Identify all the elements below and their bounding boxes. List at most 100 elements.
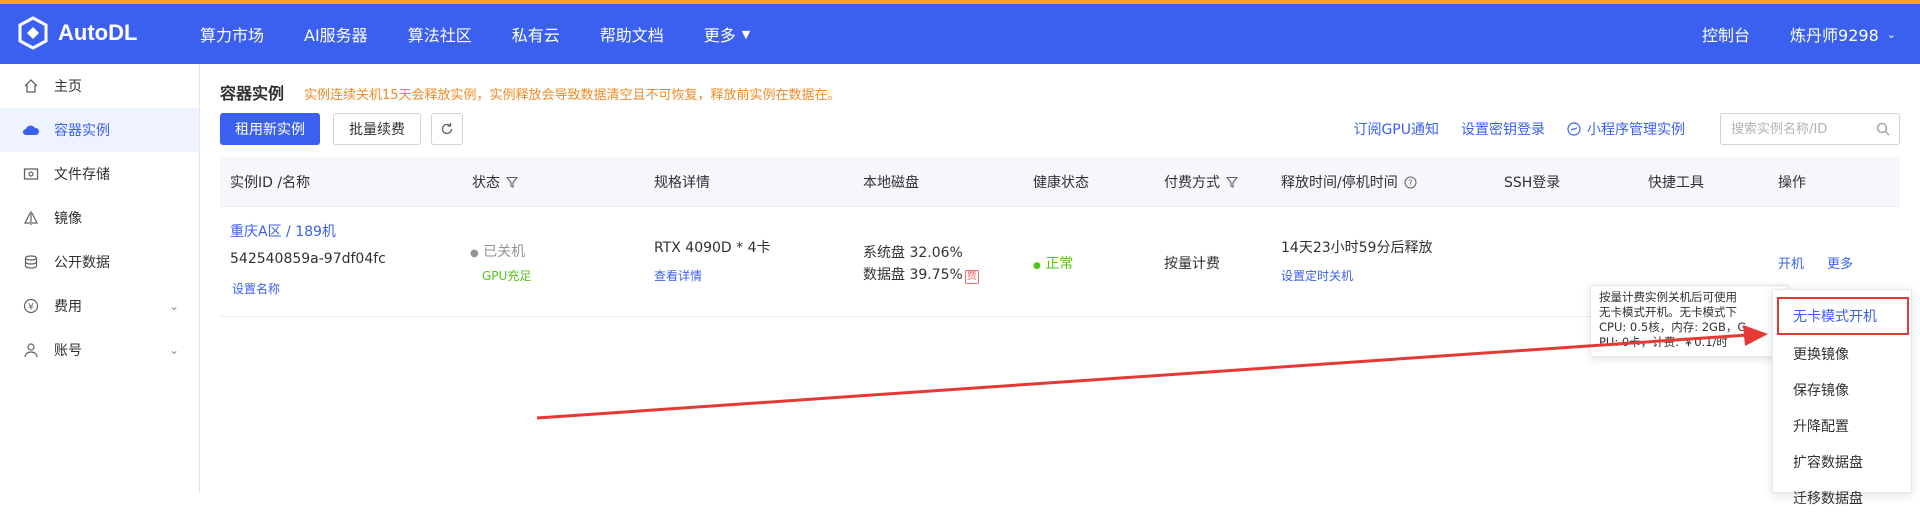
spec-detail-link[interactable]: 查看详情 (654, 267, 702, 284)
header-label: 健康状态 (1033, 175, 1089, 191)
tooltip-line: PU: 0卡，计费: ￥0.1/时 (1599, 335, 1728, 349)
health-text: 正常 (1045, 256, 1074, 272)
header-label: 操作 (1778, 175, 1806, 191)
more-button[interactable]: 更多 (1827, 253, 1853, 272)
billing-type: 按量计费 (1164, 256, 1220, 272)
filter-icon[interactable] (506, 176, 518, 188)
brand-name: AutoDL (58, 20, 138, 45)
miniprogram-link[interactable]: 小程序管理实例 (1567, 119, 1685, 139)
nav-item-community[interactable]: 算法社区 (408, 22, 472, 46)
start-button[interactable]: 开机 (1778, 253, 1804, 272)
spec-text: RTX 4090D * 4卡 (654, 240, 771, 256)
nav-item-more[interactable]: 更多 ▼ (704, 22, 750, 46)
sidebar-item-storage[interactable]: 文件存储 (0, 152, 199, 196)
menu-item-migrate-disk[interactable]: 迁移数据盘 (1773, 480, 1913, 516)
main-nav: 算力市场 AI服务器 算法社区 私有云 帮助文档 更多 ▼ (200, 4, 790, 64)
miniprogram-label: 小程序管理实例 (1587, 122, 1685, 138)
fee-badge[interactable]: 费 (964, 270, 979, 284)
svg-text:?: ? (1408, 178, 1412, 187)
nav-item-market[interactable]: 算力市场 (200, 22, 264, 46)
sidebar-item-label: 镜像 (54, 211, 82, 227)
sidebar: 主页 容器实例 文件存储 镜像 公开数据 ¥ 费用 ⌄ 账号 ⌄ (0, 64, 200, 493)
top-navbar: AutoDL 算力市场 AI服务器 算法社区 私有云 帮助文档 更多 ▼ 控制台 … (0, 4, 1920, 64)
nav-label: 算法社区 (407, 26, 472, 45)
sidebar-item-label: 文件存储 (54, 167, 110, 183)
col-spec: 规格详情 (654, 157, 710, 207)
header-label: 状态 (472, 175, 500, 191)
sidebar-item-billing[interactable]: ¥ 费用 ⌄ (0, 284, 199, 328)
logo[interactable]: AutoDL (18, 16, 137, 50)
svg-text:¥: ¥ (28, 303, 34, 313)
batch-renew-button[interactable]: 批量续费 (333, 113, 421, 145)
menu-item-change-image[interactable]: 更换镜像 (1773, 336, 1913, 372)
subscribe-gpu-link[interactable]: 订阅GPU通知 (1353, 119, 1439, 139)
cloud-icon (22, 121, 40, 139)
help-icon[interactable]: ? (1404, 176, 1417, 189)
filter-icon[interactable] (1226, 176, 1238, 188)
search-icon[interactable] (1876, 122, 1890, 140)
instance-region-link[interactable]: 重庆A区 / 189机 (230, 221, 336, 241)
health-dot-icon: ● (1033, 261, 1041, 271)
tooltip-line: 按量计费实例关机后可使用 (1599, 290, 1737, 304)
user-icon (22, 341, 40, 359)
user-menu[interactable]: 炼丹师9298 ⌄ (1790, 22, 1896, 46)
chevron-down-icon: ⌄ (1886, 27, 1896, 41)
sidebar-item-label: 费用 (54, 299, 82, 315)
sidebar-item-images[interactable]: 镜像 (0, 196, 199, 240)
menu-item-save-image[interactable]: 保存镜像 (1773, 372, 1913, 408)
sidebar-item-instances[interactable]: 容器实例 (0, 108, 199, 152)
set-shutdown-link[interactable]: 设置定时关机 (1281, 267, 1353, 284)
nav-item-ai-server[interactable]: AI服务器 (304, 22, 368, 46)
tooltip-line: 无卡模式开机。无卡模式下 (1599, 305, 1737, 319)
home-icon (22, 77, 40, 95)
nav-item-private-cloud[interactable]: 私有云 (512, 22, 560, 46)
username: 炼丹师9298 (1790, 26, 1879, 45)
sidebar-item-public-data[interactable]: 公开数据 (0, 240, 199, 284)
data-disk-cell: 数据盘 39.75% 费 (863, 264, 979, 284)
refresh-button[interactable] (431, 113, 463, 145)
chevron-down-icon: ⌄ (168, 299, 179, 313)
sidebar-item-label: 主页 (54, 79, 82, 95)
tooltip-line: CPU: 0.5核，内存: 2GB，G (1599, 320, 1747, 334)
menu-item-no-gpu-start[interactable]: 无卡模式开机 (1777, 297, 1909, 335)
header-label: 释放时间/停机时间 (1281, 175, 1398, 191)
menu-item-resize-config[interactable]: 升降配置 (1773, 408, 1913, 444)
header-label: SSH登录 (1504, 175, 1561, 191)
nav-item-docs[interactable]: 帮助文档 (600, 22, 664, 46)
toolbar: 租用新实例 批量续费 订阅GPU通知 设置密钥登录 小程序管理实例 (220, 113, 1900, 145)
nav-label: 算力市场 (200, 26, 265, 45)
more-dropdown-menu: 无卡模式开机 更换镜像 保存镜像 升降配置 扩容数据盘 迁移数据盘 (1772, 289, 1913, 507)
health-status: ● 正常 (1033, 253, 1073, 273)
caret-down-icon: ▼ (741, 27, 751, 41)
col-instance-id: 实例ID /名称 (230, 157, 310, 207)
menu-item-expand-disk[interactable]: 扩容数据盘 (1773, 444, 1913, 480)
status-dot-icon: ● (470, 248, 479, 259)
refresh-icon (441, 123, 453, 135)
folder-icon (22, 165, 40, 183)
nav-label: AI服务器 (304, 26, 368, 45)
header-label: 快捷工具 (1648, 175, 1704, 191)
release-warning: 实例连续关机15天会释放实例，实例释放会导致数据清空且不可恢复，释放前实例在数据… (304, 88, 841, 103)
sidebar-item-account[interactable]: 账号 ⌄ (0, 328, 199, 372)
page-title: 容器实例 (220, 84, 285, 103)
sidebar-item-home[interactable]: 主页 (0, 64, 199, 108)
set-key-login-link[interactable]: 设置密钥登录 (1461, 119, 1545, 139)
rent-new-instance-button[interactable]: 租用新实例 (220, 113, 320, 145)
system-disk: 系统盘 32.06% (863, 245, 963, 261)
instance-id: 542540859a-97df04fc (230, 251, 386, 267)
col-status: 状态 (472, 157, 518, 207)
release-time: 14天23小时59分后释放 (1281, 240, 1433, 256)
database-icon (22, 253, 40, 271)
sidebar-item-label: 公开数据 (54, 255, 110, 271)
no-gpu-mode-tooltip: 按量计费实例关机后可使用 无卡模式开机。无卡模式下 CPU: 0.5核，内存: … (1590, 285, 1788, 357)
search-input[interactable] (1721, 114, 1871, 144)
col-health: 健康状态 (1033, 157, 1089, 207)
miniprogram-icon (1567, 122, 1581, 136)
console-link[interactable]: 控制台 (1702, 22, 1750, 46)
nav-label: 更多 (703, 26, 736, 45)
nav-label: 帮助文档 (599, 26, 664, 45)
status-text: 已关机 (483, 244, 526, 260)
set-name-link[interactable]: 设置名称 (232, 280, 280, 297)
col-disk: 本地磁盘 (863, 157, 919, 207)
status-cell: ● 已关机 (470, 241, 525, 261)
